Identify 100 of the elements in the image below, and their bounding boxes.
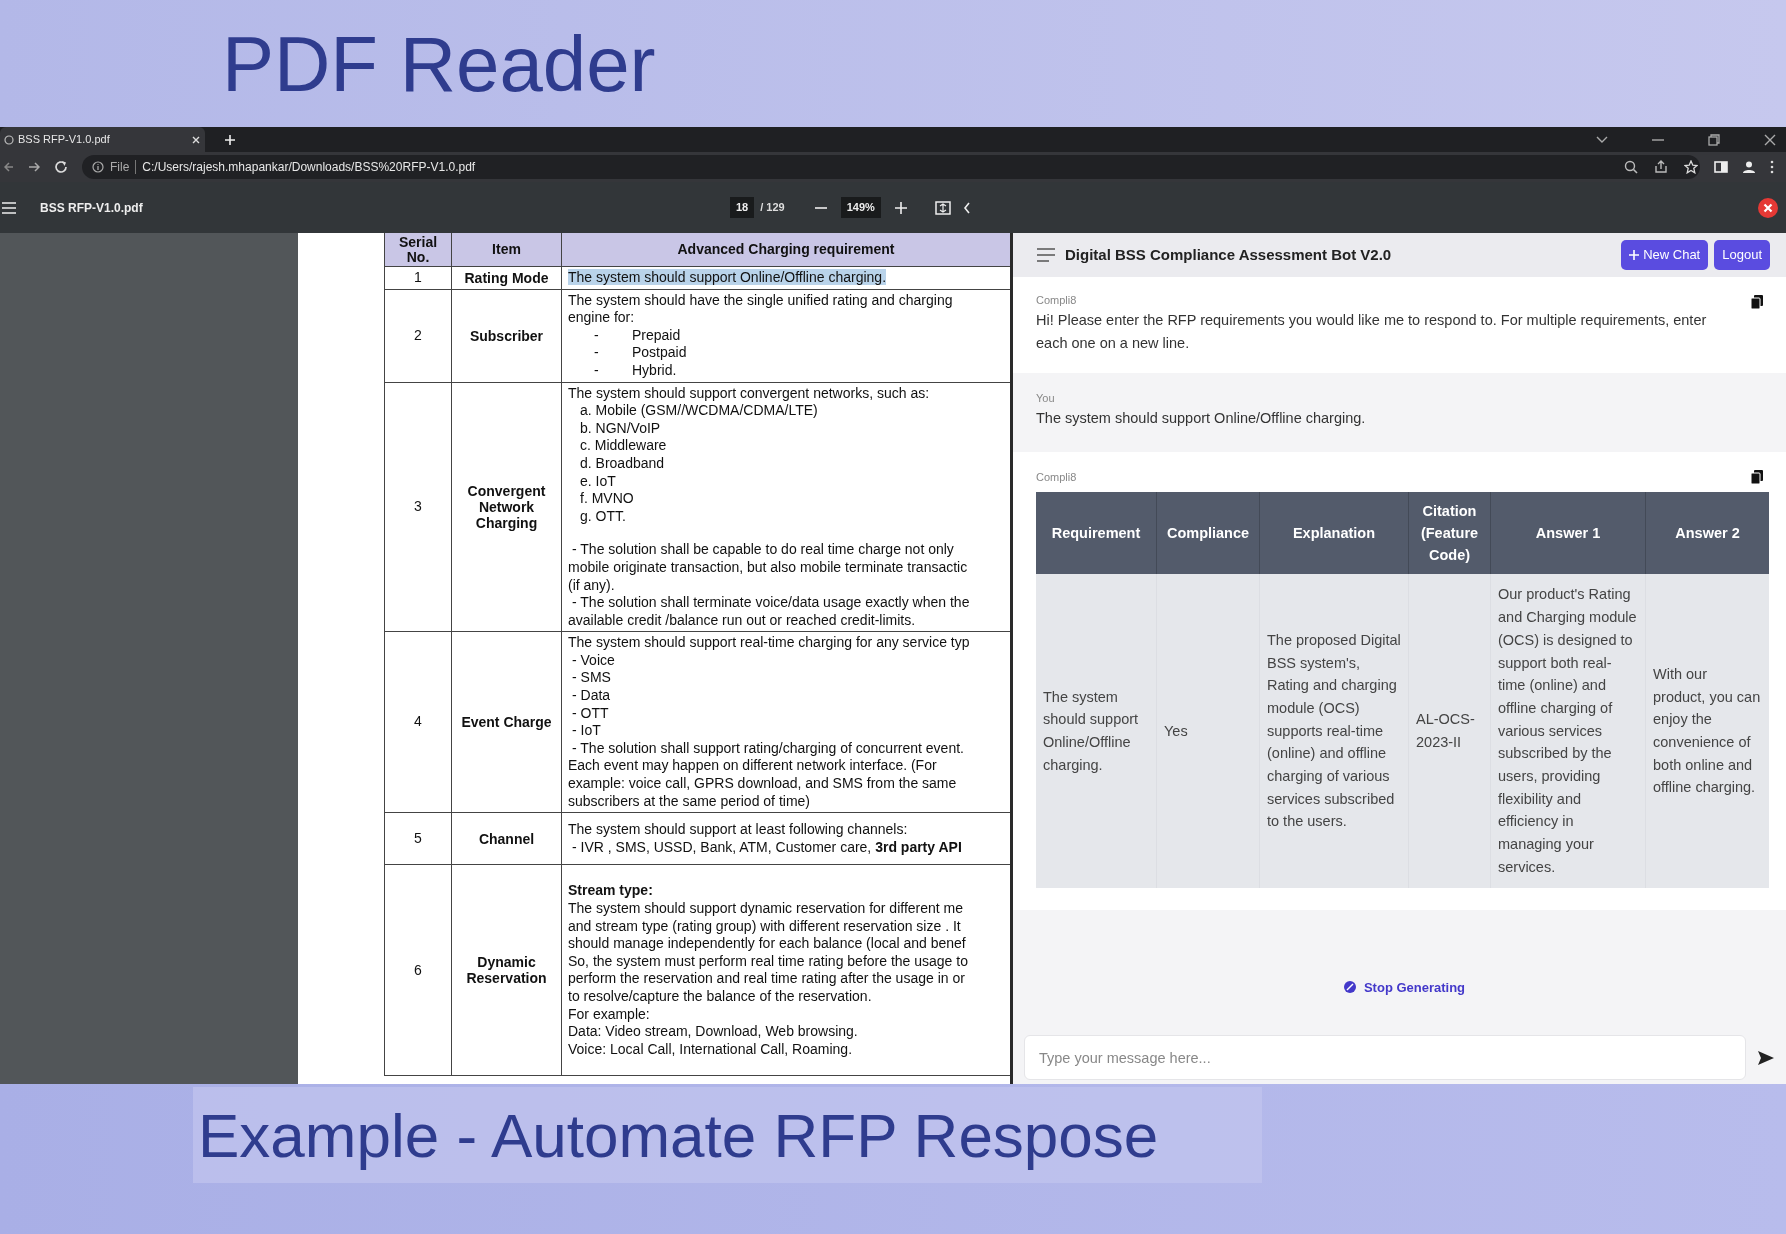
message-text: Hi! Please enter the RFP requirements you would like me to respond to. For multiple requirements, enter each one on a new line. [1036,311,1708,353]
profile-icon[interactable] [1742,160,1756,174]
requirement-text: perform the reservation and real time rating after the usage in or [568,970,966,988]
chevron-down-icon[interactable] [1596,135,1608,144]
chevron-left-icon[interactable] [962,201,971,214]
table-cell-text: Yes [1164,721,1188,741]
list-marker: - [594,344,600,362]
list-marker: - [594,326,600,345]
fit-page-icon[interactable] [934,200,951,215]
requirement-text: - The solution shall support rating/charging of concurrent event. [571,739,965,758]
requirement-text: - Data [571,687,612,705]
requirement-text: should manage independently for each balance (local and benef [568,935,967,953]
copy-icon[interactable] [1751,470,1763,484]
serial-number: 1 [414,269,422,287]
restore-icon[interactable] [1708,133,1720,146]
column-header: Citation (Feature Code) [1419,502,1480,565]
requirement-text: b. NGN/VoIP [579,419,662,438]
zoom-in-icon[interactable] [894,201,907,214]
send-icon[interactable] [1758,1050,1774,1065]
requirement-text: f. MVNO [579,490,635,508]
info-icon [92,161,104,173]
minimize-icon[interactable] [1652,137,1664,142]
chat-title: Digital BSS Compliance Assessment Bot V2.0 [1065,244,1392,265]
star-icon[interactable] [1684,160,1698,174]
sender-label: Compli8 [1036,470,1077,484]
item-name: Convergent Network Charging [466,482,547,531]
requirement-text: Hybrid. [632,361,677,380]
address-bar[interactable]: File C:/Users/rajesh.mhapankar/Downloads/BSS%20RFP-V1.0.pdf [82,155,1700,179]
requirement-text: The system should support real-time charging for any service typ [568,634,971,652]
requirement-text: available credit /balance run out or reached credit-limits. [568,611,917,630]
close-icon[interactable] [1764,133,1776,146]
item-name: Subscriber [469,327,544,344]
copy-icon[interactable] [1751,295,1763,309]
serial-number: 4 [414,713,422,732]
zoom-icon[interactable] [1624,160,1638,174]
forward-arrow-icon[interactable] [28,161,40,173]
table-cell-text: The system should support Online/Offline charging. [1043,687,1140,775]
requirement-text: and stream type (rating group) with different reservation size . It [568,917,962,936]
requirement-text: The system should support at least following channels: [568,821,909,839]
zoom-field[interactable]: 149% [840,197,881,218]
stop-icon [1343,981,1356,994]
globe-icon [4,134,14,145]
column-header: Requirement [1051,524,1141,543]
serial-number: 6 [414,961,422,980]
browser-tab[interactable]: BSS RFP-V1.0.pdf [0,127,205,152]
column-header: Explanation [1292,524,1376,543]
message-input[interactable]: Type your message here... [1024,1035,1746,1080]
requirement-text: Postpaid [632,344,687,362]
page-count: / 129 [760,200,785,216]
table-cell-text: With our product, you can enjoy the convenience of both online and offline charging. [1653,664,1762,798]
column-header: Serial No. [397,234,439,265]
requirement-text: to resolve/capture the balance of the reservation. [568,988,873,1006]
list-marker: - [594,361,600,380]
reload-icon[interactable] [54,160,68,174]
zoom-out-icon[interactable] [814,205,827,210]
item-name: Channel [478,830,535,847]
requirement-text: The system should have the single unified rating and charging [568,291,954,310]
serial-number: 2 [414,326,422,345]
column-header: Answer 1 [1535,524,1601,543]
scheme-label: File [110,159,130,176]
requirement-text: - Voice [571,651,616,670]
serial-number: 3 [414,498,422,516]
share-icon[interactable] [1654,160,1668,174]
caption-text: Example - Automate RFP Respose [193,1087,1262,1183]
column-header: Item [492,242,521,257]
new-chat-button[interactable]: New Chat [1621,240,1709,270]
more-icon[interactable] [1770,160,1774,174]
column-header: Advanced Charging requirement [677,242,895,257]
back-arrow-icon[interactable] [4,161,14,173]
stop-generating-button[interactable]: Stop Generating [1343,977,1466,997]
serial-number: 5 [414,830,422,848]
requirement-text: (if any). [568,576,616,595]
requirement-text: subscribers at the same period of time) [568,792,811,811]
menu-icon[interactable] [1037,248,1055,262]
plus-icon [1629,250,1640,260]
table-cell-text: Our product's Rating and Charging module (OCS) is designed to support both real-time (online) and offline charging of various services subscribed by the users, providing flexibility and efficiency in managing your services. [1498,585,1638,877]
banner-title: PDF Reader [222,24,656,103]
plus-icon[interactable] [224,133,236,146]
requirement-text: Prepaid [632,326,681,345]
requirement-text: The system should support Online/Offline charging. [568,269,888,287]
column-header: Compliance [1166,524,1250,543]
requirement-text: d. Broadband [579,454,666,473]
requirement-text: Voice: Local Call, International Call, Roaming. [568,1040,854,1059]
requirement-text: Data: Video stream, Download, Web browsing. [568,1023,859,1041]
item-name: Event Charge [461,714,552,731]
item-name: Rating Mode [464,269,549,286]
requirement-text: c. Middleware [579,437,668,455]
requirement-text: engine for: [568,309,636,327]
requirement-text: The system should support convergent networks, such as: [568,384,931,403]
sidebar-icon[interactable] [1714,160,1728,174]
page-number-field[interactable]: 18 [730,197,755,218]
requirement-text: Each event may happen on different network interface. (For [568,757,938,776]
item-name: Dynamic Reservation [465,954,548,987]
requirement-text: - SMS [571,669,612,688]
requirement-text: - The solution shall terminate voice/data usage exactly when the [571,594,971,612]
message-text: The system should support Online/Offline charging. [1036,409,1367,428]
sender-label: You [1036,391,1055,405]
logout-button[interactable]: Logout [1714,240,1770,270]
close-icon[interactable] [1758,197,1778,218]
column-header: Answer 2 [1675,524,1740,543]
